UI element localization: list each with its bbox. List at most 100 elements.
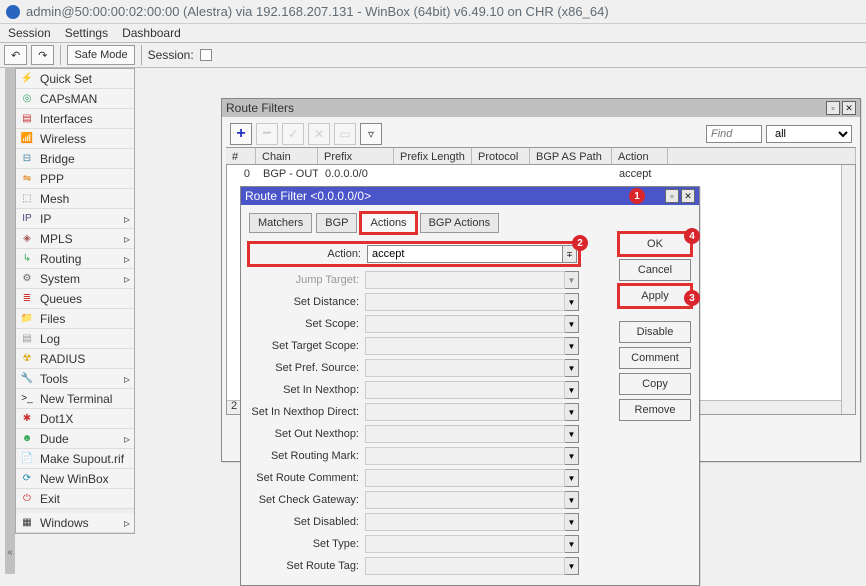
sidebar-item-files[interactable]: 📁Files (16, 309, 134, 329)
action-input[interactable] (367, 245, 563, 263)
route-filter-titlebar[interactable]: Route Filter <0.0.0.0/0> ▫ ✕ 1 (241, 187, 699, 205)
sidebar-item-dot1x[interactable]: ✱Dot1X (16, 409, 134, 429)
form-row: Set Type:▼ (249, 533, 579, 555)
sidebar-item-bridge[interactable]: ⊟Bridge (16, 149, 134, 169)
sidebar-item-queues[interactable]: ≣Queues (16, 289, 134, 309)
filter-combo[interactable]: all (766, 125, 852, 143)
form-input[interactable] (365, 491, 565, 509)
sidebar-item-system[interactable]: ⚙System▹ (16, 269, 134, 289)
tab-bgp[interactable]: BGP (316, 213, 357, 233)
menu-settings[interactable]: Settings (65, 26, 108, 40)
form-input[interactable] (365, 381, 565, 399)
dropdown-icon[interactable]: ▼ (565, 469, 579, 487)
form-input[interactable] (365, 425, 565, 443)
safemode-button[interactable]: Safe Mode (67, 45, 134, 65)
form-input[interactable] (365, 557, 565, 575)
form-input[interactable] (365, 315, 565, 333)
window-close-icon[interactable]: ✕ (681, 189, 695, 203)
apply-button[interactable]: Apply 3 (619, 285, 691, 307)
session-checkbox[interactable] (200, 49, 212, 61)
sidebar-item-dude[interactable]: ☻Dude▹ (16, 429, 134, 449)
sidebar-icon: ⇋ (20, 172, 34, 186)
table-row[interactable]: 0 BGP - OUT 0.0.0.0/0 accept (227, 165, 855, 183)
grid-vscroll[interactable] (841, 165, 855, 414)
window-restore-icon[interactable]: ▫ (665, 189, 679, 203)
col-num[interactable]: # (226, 148, 256, 164)
window-close-icon[interactable]: ✕ (842, 101, 856, 115)
disable-button[interactable]: ✕ (308, 123, 330, 145)
redo-button[interactable]: ↷ (31, 45, 54, 65)
tab-bgp-actions[interactable]: BGP Actions (420, 213, 500, 233)
tab-matchers[interactable]: Matchers (249, 213, 312, 233)
col-proto[interactable]: Protocol (472, 148, 530, 164)
form-input[interactable] (365, 359, 565, 377)
col-extra[interactable] (668, 148, 856, 164)
col-chain[interactable]: Chain (256, 148, 318, 164)
sidebar-item-windows[interactable]: ▦Windows▹ (16, 513, 134, 533)
add-button[interactable]: + (230, 123, 252, 145)
menu-dashboard[interactable]: Dashboard (122, 26, 181, 40)
window-restore-icon[interactable]: ▫ (826, 101, 840, 115)
route-filters-titlebar[interactable]: Route Filters ▫ ✕ (222, 99, 860, 117)
sidebar-item-interfaces[interactable]: ▤Interfaces (16, 109, 134, 129)
dropdown-icon[interactable]: ▼ (565, 491, 579, 509)
sidebar-item-mpls[interactable]: ◈MPLS▹ (16, 229, 134, 249)
col-plen[interactable]: Prefix Length (394, 148, 472, 164)
sidebar-item-wireless[interactable]: 📶Wireless (16, 129, 134, 149)
sidebar-item-routing[interactable]: ↳Routing▹ (16, 249, 134, 269)
dropdown-icon[interactable]: ▼ (565, 381, 579, 399)
form-input[interactable] (365, 293, 565, 311)
sidebar-item-tools[interactable]: 🔧Tools▹ (16, 369, 134, 389)
form-input[interactable] (365, 337, 565, 355)
form-input[interactable] (365, 469, 565, 487)
sidebar-item-label: Queues (40, 292, 82, 306)
dropdown-icon[interactable]: ▼ (565, 359, 579, 377)
dropdown-icon[interactable]: ▼ (565, 513, 579, 531)
form-input[interactable] (365, 535, 565, 553)
sidebar-item-mesh[interactable]: ⬚Mesh (16, 189, 134, 209)
sidebar-handle[interactable]: « (5, 68, 15, 574)
grid-header: # Chain Prefix Prefix Length Protocol BG… (226, 147, 856, 165)
dropdown-icon[interactable]: ▼ (565, 315, 579, 333)
dropdown-icon[interactable]: ▼ (565, 403, 579, 421)
dropdown-icon[interactable]: ▼ (565, 293, 579, 311)
enable-button[interactable]: ✓ (282, 123, 304, 145)
sidebar-item-ip[interactable]: IPIP▹ (16, 209, 134, 229)
menu-session[interactable]: Session (8, 26, 51, 40)
dropdown-icon[interactable]: ▼ (565, 557, 579, 575)
sidebar-item-capsman[interactable]: ◎CAPsMAN (16, 89, 134, 109)
comment-button[interactable]: ▭ (334, 123, 356, 145)
undo-button[interactable]: ↶ (4, 45, 27, 65)
toolbar-divider (141, 45, 142, 65)
find-input[interactable] (706, 125, 762, 143)
dropdown-icon[interactable]: ▼ (565, 535, 579, 553)
form-input[interactable] (365, 447, 565, 465)
col-action[interactable]: Action (612, 148, 668, 164)
dropdown-icon[interactable]: ▼ (565, 337, 579, 355)
sidebar-item-new-winbox[interactable]: ⟳New WinBox (16, 469, 134, 489)
sidebar-item-new-terminal[interactable]: >_New Terminal (16, 389, 134, 409)
col-prefix[interactable]: Prefix (318, 148, 394, 164)
dropdown-icon[interactable]: ▼ (565, 447, 579, 465)
col-aspath[interactable]: BGP AS Path (530, 148, 612, 164)
sidebar-item-log[interactable]: ▤Log (16, 329, 134, 349)
tab-actions[interactable]: Actions (361, 213, 415, 233)
remove-button[interactable]: Remove (619, 399, 691, 421)
sidebar-item-make-supout-rif[interactable]: 📄Make Supout.rif (16, 449, 134, 469)
form-input[interactable] (365, 403, 565, 421)
sidebar-item-radius[interactable]: ☢RADIUS (16, 349, 134, 369)
remove-button[interactable]: − (256, 123, 278, 145)
form-label: Set Routing Mark: (249, 450, 365, 462)
dropdown-icon[interactable]: ▼ (565, 425, 579, 443)
sidebar-item-ppp[interactable]: ⇋PPP (16, 169, 134, 189)
sidebar-item-quick-set[interactable]: ⚡Quick Set (16, 69, 134, 89)
cancel-button[interactable]: Cancel (619, 259, 691, 281)
disable-button[interactable]: Disable (619, 321, 691, 343)
form-input[interactable] (365, 513, 565, 531)
filter-button[interactable]: ▿ (360, 123, 382, 145)
comment-button[interactable]: Comment (619, 347, 691, 369)
dropdown-icon[interactable]: ▼ (565, 271, 579, 289)
copy-button[interactable]: Copy (619, 373, 691, 395)
ok-button[interactable]: OK 4 (619, 233, 691, 255)
sidebar-item-exit[interactable]: ⏻Exit (16, 489, 134, 509)
